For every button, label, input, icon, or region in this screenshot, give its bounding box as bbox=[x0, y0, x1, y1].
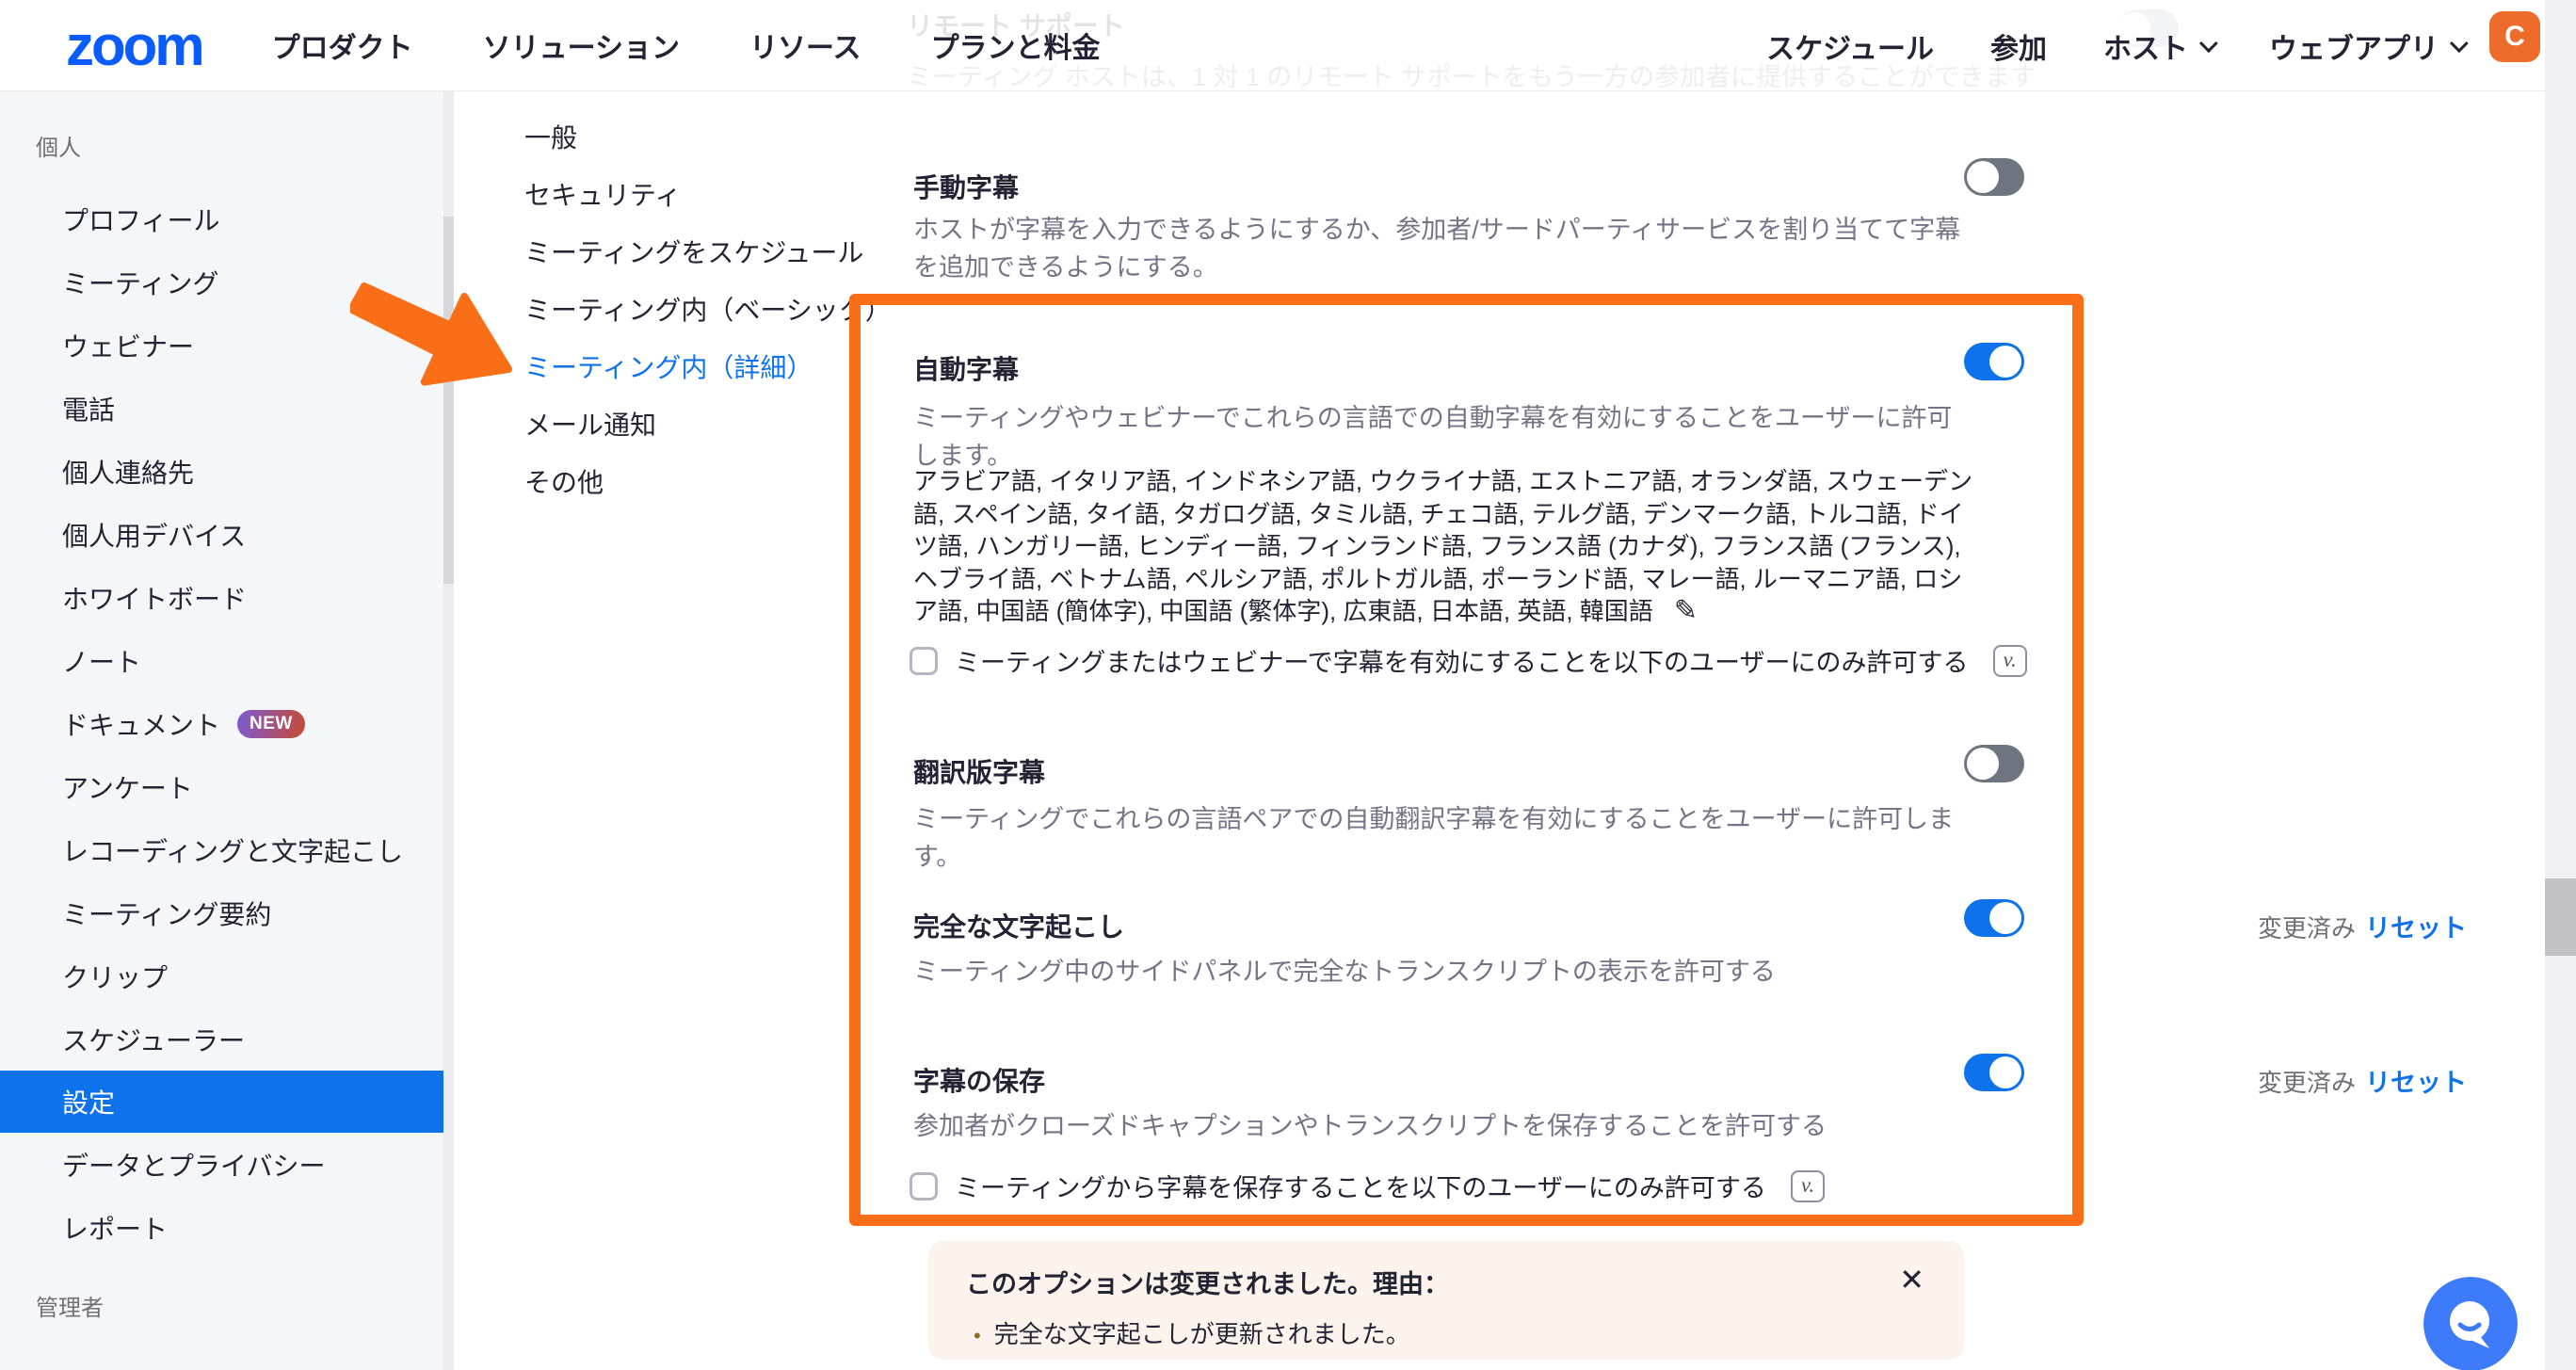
subnav-security[interactable]: セキュリティ bbox=[524, 180, 892, 211]
nav-host-menu[interactable]: ホスト bbox=[2103, 25, 2213, 67]
subnav-in-meeting-advanced[interactable]: ミーティング内（詳細） bbox=[524, 352, 892, 383]
nav-solutions[interactable]: ソリューション bbox=[483, 24, 680, 66]
notification-title: このオプションは変更されました。理由： bbox=[966, 1264, 1926, 1300]
save-captions-title: 字幕の保存 bbox=[913, 1061, 1045, 1099]
subnav-other[interactable]: その他 bbox=[524, 467, 892, 498]
languages-text: アラビア語, イタリア語, インドネシア語, ウクライナ語, エストニア語, オ… bbox=[913, 467, 1972, 625]
main-nav: プロダクト ソリューション リソース プランと料金 bbox=[272, 24, 1101, 66]
save-captions-desc: 参加者がクローズドキャプションやトランスクリプトを保存することを許可する bbox=[913, 1107, 1963, 1145]
auto-captions-title: 自動字幕 bbox=[913, 349, 1019, 387]
sidebar-list: プロフィール ミーティング ウェビナー 電話 個人連絡先 個人用デバイス ホワイ… bbox=[0, 187, 443, 1259]
full-transcript-reset-link[interactable]: リセット bbox=[2365, 908, 2467, 944]
notification-reason: • 完全な文字起こしが更新されました。 bbox=[966, 1315, 1926, 1350]
nav-products[interactable]: プロダクト bbox=[272, 24, 413, 66]
save-captions-reset-link[interactable]: リセット bbox=[2365, 1062, 2467, 1099]
toggle-knob bbox=[1989, 1056, 2021, 1088]
save-captions-restrict-row: ミーティングから字幕を保存することを以下のユーザーにのみ許可する v. bbox=[910, 1168, 1825, 1204]
chevron-down-icon bbox=[2199, 34, 2218, 53]
nav-plans-pricing[interactable]: プランと料金 bbox=[931, 24, 1101, 66]
sidebar-scrollbar-thumb[interactable] bbox=[443, 217, 454, 584]
sidebar-item-phone[interactable]: 電話 bbox=[0, 377, 443, 440]
version-badge-icon[interactable]: v. bbox=[1993, 645, 2027, 677]
page-scrollbar-thumb[interactable] bbox=[2545, 878, 2576, 956]
sidebar-item-documents[interactable]: ドキュメント NEW bbox=[0, 692, 443, 755]
toggle-knob bbox=[1967, 748, 1999, 780]
sidebar-item-label: ドキュメント bbox=[62, 705, 220, 743]
edit-pencil-icon[interactable]: ✎ bbox=[1674, 595, 1698, 628]
sidebar-item-reports[interactable]: レポート bbox=[0, 1196, 443, 1259]
zoom-settings-page: リモート サポート ミーティング ホストは、1 対 1 のリモート サポートをも… bbox=[0, 0, 2576, 1370]
restrict-captions-checkbox[interactable] bbox=[910, 647, 938, 675]
version-badge-icon[interactable]: v. bbox=[1791, 1170, 1825, 1202]
restrict-captions-label: ミーティングまたはウェビナーで字幕を有効にすることを以下のユーザーにのみ許可する bbox=[955, 642, 1969, 679]
close-icon[interactable]: ✕ bbox=[1899, 1262, 1924, 1297]
translated-captions-title: 翻訳版字幕 bbox=[913, 752, 1045, 790]
chevron-down-icon bbox=[2450, 34, 2469, 53]
sidebar-item-whiteboard[interactable]: ホワイトボード bbox=[0, 566, 443, 629]
save-captions-toggle[interactable] bbox=[1964, 1054, 2024, 1091]
subnav-schedule-meeting[interactable]: ミーティングをスケジュール bbox=[524, 237, 892, 268]
subnav-general[interactable]: 一般 bbox=[524, 122, 892, 153]
sidebar-section-personal: 個人 bbox=[36, 129, 81, 162]
sidebar-item-data-privacy[interactable]: データとプライバシー bbox=[0, 1133, 443, 1196]
full-transcript-toggle[interactable] bbox=[1964, 899, 2024, 937]
sidebar-item-clips[interactable]: クリップ bbox=[0, 944, 443, 1007]
full-transcript-modified-badge: 変更済み bbox=[2258, 910, 2356, 944]
auto-captions-restrict-row: ミーティングまたはウェビナーで字幕を有効にすることを以下のユーザーにのみ許可する… bbox=[910, 642, 2027, 679]
toggle-knob bbox=[1989, 902, 2021, 934]
auto-captions-toggle[interactable] bbox=[1964, 343, 2024, 380]
sidebar-item-personal-devices[interactable]: 個人用デバイス bbox=[0, 503, 443, 566]
manual-captions-desc: ホストが字幕を入力できるようにするか、参加者/サードパーティサービスを割り当てて… bbox=[913, 211, 1963, 286]
sidebar-item-webinars[interactable]: ウェビナー bbox=[0, 314, 443, 377]
sidebar-item-notes[interactable]: ノート bbox=[0, 629, 443, 692]
sidebar-item-profile[interactable]: プロフィール bbox=[0, 187, 443, 250]
bullet-icon: • bbox=[974, 1324, 981, 1347]
translated-captions-desc: ミーティングでこれらの言語ペアでの自動翻訳字幕を有効にすることをユーザーに許可し… bbox=[913, 800, 1963, 876]
change-notification: このオプションは変更されました。理由： • 完全な文字起こしが更新されました。 ✕ bbox=[928, 1241, 1964, 1360]
settings-subnav: 一般 セキュリティ ミーティングをスケジュール ミーティング内（ベーシック） ミ… bbox=[524, 122, 892, 524]
sidebar-item-meeting-summary[interactable]: ミーティング要約 bbox=[0, 881, 443, 944]
sidebar-item-surveys[interactable]: アンケート bbox=[0, 755, 443, 818]
full-transcript-desc: ミーティング中のサイドパネルで完全なトランスクリプトの表示を許可する bbox=[913, 953, 1963, 991]
sidebar-item-settings[interactable]: 設定 bbox=[0, 1071, 443, 1133]
restrict-save-label: ミーティングから字幕を保存することを以下のユーザーにのみ許可する bbox=[955, 1168, 1766, 1204]
subnav-in-meeting-basic[interactable]: ミーティング内（ベーシック） bbox=[524, 295, 892, 326]
sidebar-item-scheduler[interactable]: スケジューラー bbox=[0, 1007, 443, 1071]
nav-webapp-label: ウェブアプリ bbox=[2269, 25, 2439, 67]
sidebar-item-meetings[interactable]: ミーティング bbox=[0, 250, 443, 314]
sidebar-item-recordings[interactable]: レコーディングと文字起こし bbox=[0, 818, 443, 881]
subnav-email-notification[interactable]: メール通知 bbox=[524, 410, 892, 441]
nav-join[interactable]: 参加 bbox=[1990, 25, 2047, 67]
nav-schedule[interactable]: スケジュール bbox=[1766, 25, 1934, 67]
nav-host-label: ホスト bbox=[2103, 25, 2188, 67]
sidebar-section-admin: 管理者 bbox=[36, 1289, 104, 1322]
manual-captions-title: 手動字幕 bbox=[913, 168, 1019, 205]
full-transcript-title: 完全な文字起こし bbox=[913, 907, 1124, 944]
restrict-save-checkbox[interactable] bbox=[910, 1172, 938, 1201]
notification-reason-text: 完全な文字起こしが更新されました。 bbox=[994, 1320, 1410, 1348]
toggle-knob bbox=[1989, 346, 2021, 378]
avatar[interactable]: C bbox=[2489, 11, 2540, 62]
sidebar-item-personal-contacts[interactable]: 個人連絡先 bbox=[0, 440, 443, 503]
toggle-knob bbox=[1967, 161, 1999, 193]
translated-captions-toggle[interactable] bbox=[1964, 745, 2024, 782]
zoom-logo[interactable]: zoom bbox=[66, 13, 202, 78]
save-captions-modified-badge: 変更済み bbox=[2258, 1064, 2356, 1099]
nav-resources[interactable]: リソース bbox=[749, 24, 861, 66]
header-right-nav: スケジュール 参加 ホスト ウェブアプリ bbox=[1766, 0, 2463, 91]
sidebar: 個人 プロフィール ミーティング ウェビナー 電話 個人連絡先 個人用デバイス … bbox=[0, 91, 443, 1370]
top-header: zoom プロダクト ソリューション リソース プランと料金 スケジュール 参加… bbox=[0, 0, 2576, 91]
auto-captions-languages: アラビア語, イタリア語, インドネシア語, ウクライナ語, エストニア語, オ… bbox=[913, 465, 1977, 628]
manual-captions-toggle[interactable] bbox=[1964, 158, 2024, 196]
new-badge: NEW bbox=[237, 710, 305, 738]
auto-captions-desc: ミーティングやウェビナーでこれらの言語での自動字幕を有効にすることをユーザーに許… bbox=[913, 399, 1963, 475]
support-chat-button[interactable] bbox=[2423, 1277, 2518, 1370]
nav-webapp-menu[interactable]: ウェブアプリ bbox=[2269, 25, 2463, 67]
page-scrollbar-track bbox=[2545, 0, 2576, 1370]
